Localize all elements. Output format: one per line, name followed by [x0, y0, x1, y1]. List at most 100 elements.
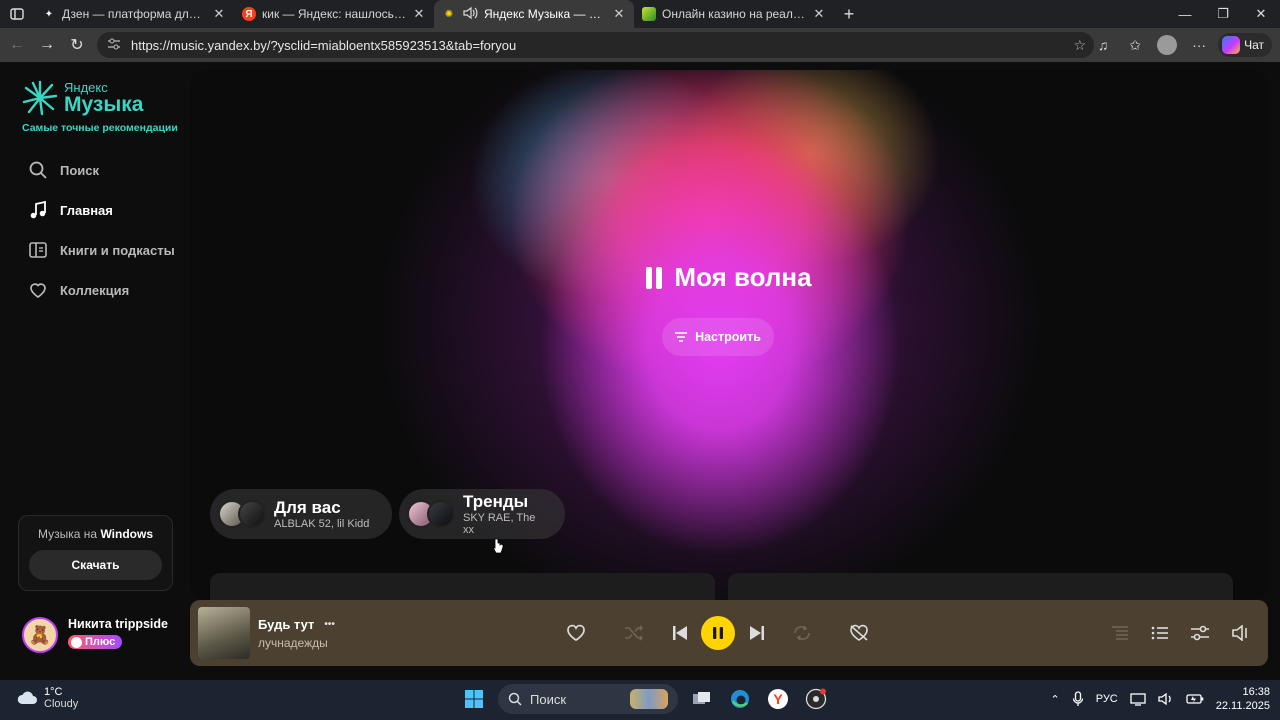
chip-trends[interactable]: Тренды SKY RAE, The xx — [399, 489, 565, 539]
copilot-chat-button[interactable]: Чат — [1218, 33, 1272, 57]
volume-icon — [1232, 625, 1247, 641]
nav-label: Коллекция — [60, 282, 130, 298]
yandex-music-app: Яндекс Музыка Самые точные рекомендации … — [0, 62, 1280, 680]
tab-casino[interactable]: Онлайн казино на реальные деньги ✕ — [634, 0, 834, 28]
pause-button[interactable] — [701, 600, 735, 666]
profile-icon[interactable] — [1154, 32, 1180, 58]
site-info-icon[interactable] — [107, 38, 123, 53]
network-icon[interactable] — [1130, 692, 1146, 706]
taskbar-search[interactable]: Поиск — [498, 684, 678, 714]
download-button[interactable]: Скачать — [29, 550, 162, 580]
volume-button[interactable] — [1228, 600, 1252, 666]
more-menu-icon[interactable]: ··· — [1186, 32, 1212, 58]
close-tab-icon[interactable]: ✕ — [212, 6, 226, 22]
back-button[interactable]: ← — [2, 30, 32, 60]
close-tab-icon[interactable]: ✕ — [812, 6, 826, 22]
language-indicator[interactable]: РУС — [1096, 693, 1118, 705]
close-tab-icon[interactable]: ✕ — [412, 6, 426, 22]
tune-label: Настроить — [695, 330, 761, 344]
nav-item-home[interactable]: Главная — [28, 190, 175, 230]
nav-item-collection[interactable]: Коллекция — [28, 270, 175, 310]
previous-button[interactable] — [668, 600, 692, 666]
track-title[interactable]: Будь тут — [258, 617, 314, 632]
read-aloud-icon[interactable]: ♫ — [1090, 32, 1116, 58]
logo-brand: Яндекс — [64, 79, 108, 95]
yandex-browser-icon[interactable]: Y — [764, 685, 792, 713]
queue-button[interactable] — [1148, 600, 1172, 666]
shuffle-button[interactable] — [622, 600, 646, 666]
close-window-button[interactable]: ✕ — [1242, 0, 1280, 28]
avatar[interactable]: 🧸 — [22, 617, 58, 653]
filter-icon — [675, 332, 688, 342]
my-wave-title[interactable]: Моя волна — [190, 262, 1268, 296]
copilot-label: Чат — [1244, 38, 1264, 52]
tab-yandex-search[interactable]: Я кик — Яндекс: нашлось 454 тыс. ✕ — [234, 0, 434, 28]
address-bar[interactable]: https://music.yandex.by/?ysclid=miabloen… — [97, 32, 1094, 58]
clock[interactable]: 16:38 22.11.2025 — [1216, 685, 1270, 713]
player-bar: Будь тут ••• лучнадежды — [190, 600, 1268, 666]
start-button[interactable] — [460, 685, 488, 713]
reload-button[interactable]: ↻ — [62, 30, 92, 60]
close-tab-icon[interactable]: ✕ — [612, 6, 626, 22]
chip-for-you[interactable]: Для вас ALBLAK 52, lil Kidd — [210, 489, 392, 539]
content-card[interactable] — [210, 573, 715, 600]
windows-logo-icon — [465, 690, 483, 708]
tune-wave-button[interactable]: Настроить — [662, 318, 774, 356]
chevron-up-icon[interactable]: ⌃ — [1051, 693, 1060, 706]
tab-dzen[interactable]: ✦ Дзен — платформа для просмотра ✕ — [34, 0, 234, 28]
time: 16:38 — [1242, 686, 1270, 698]
mouse-cursor-icon — [492, 538, 504, 554]
sidebar: Яндекс Музыка Самые точные рекомендации … — [0, 62, 188, 680]
tab-title: Яндекс Музыка — собираем — [484, 7, 606, 21]
search-icon — [29, 161, 47, 179]
lyrics-button[interactable] — [1108, 600, 1132, 666]
next-button[interactable] — [745, 600, 769, 666]
like-button[interactable] — [564, 600, 588, 666]
maximize-button[interactable]: ❐ — [1204, 0, 1242, 28]
track-cover[interactable] — [198, 607, 250, 659]
minimize-button[interactable]: — — [1166, 0, 1204, 28]
repeat-button[interactable] — [790, 600, 814, 666]
taskbar-apps: Поиск Y — [460, 684, 830, 714]
url-text: https://music.yandex.by/?ysclid=miabloen… — [131, 37, 517, 53]
settings-button[interactable] — [1188, 600, 1212, 666]
battery-icon[interactable] — [1186, 693, 1204, 705]
plus-badge[interactable]: Плюс — [68, 635, 123, 650]
track-artist[interactable]: лучнадежды — [258, 636, 418, 650]
favorites-icon[interactable]: ✩ — [1122, 32, 1148, 58]
nav-item-books-podcasts[interactable]: Книги и подкасты — [28, 230, 175, 270]
windows-taskbar: 1°C Cloudy Поиск Y ⌃ РУС 16:38 22.11.202… — [0, 680, 1280, 720]
obs-icon[interactable] — [802, 685, 830, 713]
speaker-icon[interactable] — [462, 6, 478, 23]
tab-title: кик — Яндекс: нашлось 454 тыс. — [262, 7, 406, 21]
user-profile[interactable]: 🧸 Никита trippside Плюс — [22, 617, 168, 653]
track-meta: Будь тут ••• лучнадежды — [258, 617, 418, 650]
tab-actions-menu-icon[interactable] — [0, 0, 34, 28]
heart-icon — [567, 624, 585, 641]
my-wave-hero: Моя волна Настроить Для вас ALBLAK 52, l… — [190, 70, 1268, 600]
heart-icon — [30, 283, 46, 299]
weather-widget[interactable]: 1°C Cloudy — [16, 686, 78, 710]
chip-covers — [407, 500, 455, 528]
volume-icon[interactable] — [1158, 692, 1174, 706]
track-more-icon[interactable]: ••• — [324, 619, 335, 630]
book-icon — [29, 242, 47, 258]
dislike-button[interactable] — [847, 600, 871, 666]
chip-subtitle: ALBLAK 52, lil Kidd — [274, 518, 370, 530]
favorite-star-icon[interactable]: ☆ — [1073, 37, 1086, 54]
task-view-icon[interactable] — [688, 685, 716, 713]
microphone-icon[interactable] — [1072, 691, 1084, 707]
edge-icon[interactable] — [726, 685, 754, 713]
forward-button[interactable]: → — [32, 30, 62, 60]
tab-yandex-music[interactable]: ✺ Яндекс Музыка — собираем ✕ — [434, 0, 634, 28]
nav-label: Поиск — [60, 162, 100, 178]
pause-icon[interactable] — [646, 265, 666, 296]
promo-text: Музыка на Windows — [38, 527, 153, 541]
new-tab-button[interactable]: + — [834, 4, 864, 25]
nav-item-search[interactable]: Поиск — [28, 150, 175, 190]
shuffle-icon — [625, 625, 644, 641]
queue-icon — [1151, 626, 1168, 640]
yandex-music-logo[interactable]: Яндекс Музыка Самые точные рекомендации — [22, 79, 178, 135]
content-card[interactable] — [728, 573, 1233, 600]
dislike-icon — [850, 624, 868, 641]
